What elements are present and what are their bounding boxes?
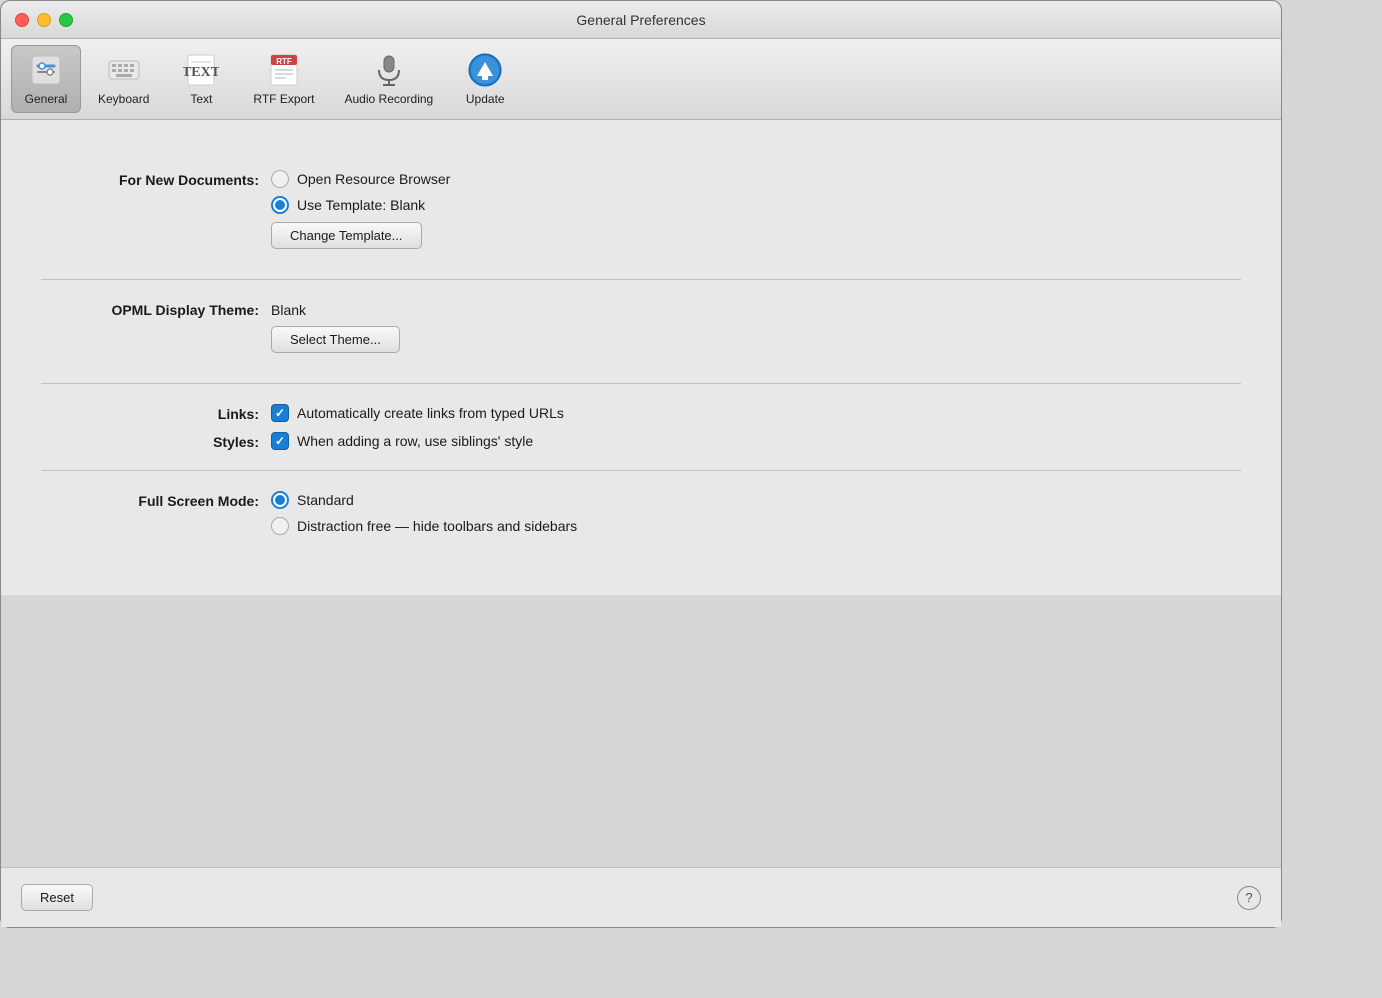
- opml-theme-row: OPML Display Theme: Blank Select Theme..…: [41, 300, 1241, 353]
- window-controls: [15, 13, 73, 27]
- open-resource-browser-radio[interactable]: [271, 170, 289, 188]
- links-section: Links: ✓ Automatically create links from…: [41, 384, 1241, 470]
- tab-rtf-export[interactable]: RTF RTF Export: [240, 45, 327, 113]
- standard-radio[interactable]: [271, 491, 289, 509]
- opml-theme-value: Blank: [271, 300, 400, 318]
- maximize-button[interactable]: [59, 13, 73, 27]
- use-template-radio[interactable]: [271, 196, 289, 214]
- distraction-free-label: Distraction free — hide toolbars and sid…: [297, 518, 577, 534]
- keyboard-icon: [104, 50, 144, 90]
- styles-checkbox-label: When adding a row, use siblings' style: [297, 433, 533, 449]
- svg-text:RTF: RTF: [276, 57, 292, 66]
- tab-rtf-label: RTF Export: [253, 92, 314, 106]
- bottom-bar: Reset ?: [1, 867, 1281, 927]
- tab-text-label: Text: [190, 92, 212, 106]
- opml-theme-content: Blank Select Theme...: [271, 300, 400, 353]
- select-theme-button[interactable]: Select Theme...: [271, 326, 400, 353]
- links-row: Links: ✓ Automatically create links from…: [41, 404, 1241, 422]
- links-label: Links:: [41, 404, 271, 422]
- for-new-documents-row: For New Documents: Open Resource Browser…: [41, 170, 1241, 249]
- opml-theme-label: OPML Display Theme:: [41, 300, 271, 318]
- distraction-free-option[interactable]: Distraction free — hide toolbars and sid…: [271, 517, 577, 535]
- styles-label: Styles:: [41, 432, 271, 450]
- full-screen-mode-section: Full Screen Mode: Standard Distraction f…: [41, 471, 1241, 565]
- update-icon: [465, 50, 505, 90]
- tab-general-label: General: [25, 92, 68, 106]
- general-icon: [26, 50, 66, 90]
- for-new-documents-label: For New Documents:: [41, 170, 271, 188]
- content-area: For New Documents: Open Resource Browser…: [1, 120, 1281, 595]
- toolbar: General Keyboard TEXT: [1, 39, 1281, 120]
- tab-audio-label: Audio Recording: [345, 92, 434, 106]
- links-checkbox-row[interactable]: ✓ Automatically create links from typed …: [271, 404, 564, 422]
- open-resource-browser-label: Open Resource Browser: [297, 171, 450, 187]
- full-screen-content: Standard Distraction free — hide toolbar…: [271, 491, 577, 535]
- tab-text[interactable]: TEXT Text: [166, 45, 236, 113]
- for-new-documents-section: For New Documents: Open Resource Browser…: [41, 150, 1241, 279]
- links-checkbox-label: Automatically create links from typed UR…: [297, 405, 564, 421]
- text-icon: TEXT: [181, 50, 221, 90]
- use-template-option[interactable]: Use Template: Blank: [271, 196, 450, 214]
- links-checkbox[interactable]: ✓: [271, 404, 289, 422]
- use-template-label: Use Template: Blank: [297, 197, 425, 213]
- tab-audio-recording[interactable]: Audio Recording: [332, 45, 447, 113]
- links-content: ✓ Automatically create links from typed …: [271, 404, 564, 422]
- tab-keyboard-label: Keyboard: [98, 92, 149, 106]
- reset-button[interactable]: Reset: [21, 884, 93, 911]
- tab-update[interactable]: Update: [450, 45, 520, 113]
- standard-option[interactable]: Standard: [271, 491, 577, 509]
- svg-text:TEXT: TEXT: [183, 65, 219, 80]
- opml-display-theme-section: OPML Display Theme: Blank Select Theme..…: [41, 280, 1241, 383]
- help-button[interactable]: ?: [1237, 886, 1261, 910]
- change-template-button[interactable]: Change Template...: [271, 222, 422, 249]
- distraction-free-radio[interactable]: [271, 517, 289, 535]
- window-title: General Preferences: [576, 12, 705, 28]
- styles-checkbox-row[interactable]: ✓ When adding a row, use siblings' style: [271, 432, 533, 450]
- tab-keyboard[interactable]: Keyboard: [85, 45, 162, 113]
- close-button[interactable]: [15, 13, 29, 27]
- rtf-export-icon: RTF: [264, 50, 304, 90]
- minimize-button[interactable]: [37, 13, 51, 27]
- styles-checkbox[interactable]: ✓: [271, 432, 289, 450]
- styles-row: Styles: ✓ When adding a row, use sibling…: [41, 432, 1241, 450]
- standard-label: Standard: [297, 492, 354, 508]
- title-bar: General Preferences: [1, 1, 1281, 39]
- open-resource-browser-option[interactable]: Open Resource Browser: [271, 170, 450, 188]
- tab-update-label: Update: [466, 92, 505, 106]
- tab-general[interactable]: General: [11, 45, 81, 113]
- for-new-documents-content: Open Resource Browser Use Template: Blan…: [271, 170, 450, 249]
- styles-content: ✓ When adding a row, use siblings' style: [271, 432, 533, 450]
- full-screen-label: Full Screen Mode:: [41, 491, 271, 509]
- audio-recording-icon: [369, 50, 409, 90]
- full-screen-row: Full Screen Mode: Standard Distraction f…: [41, 491, 1241, 535]
